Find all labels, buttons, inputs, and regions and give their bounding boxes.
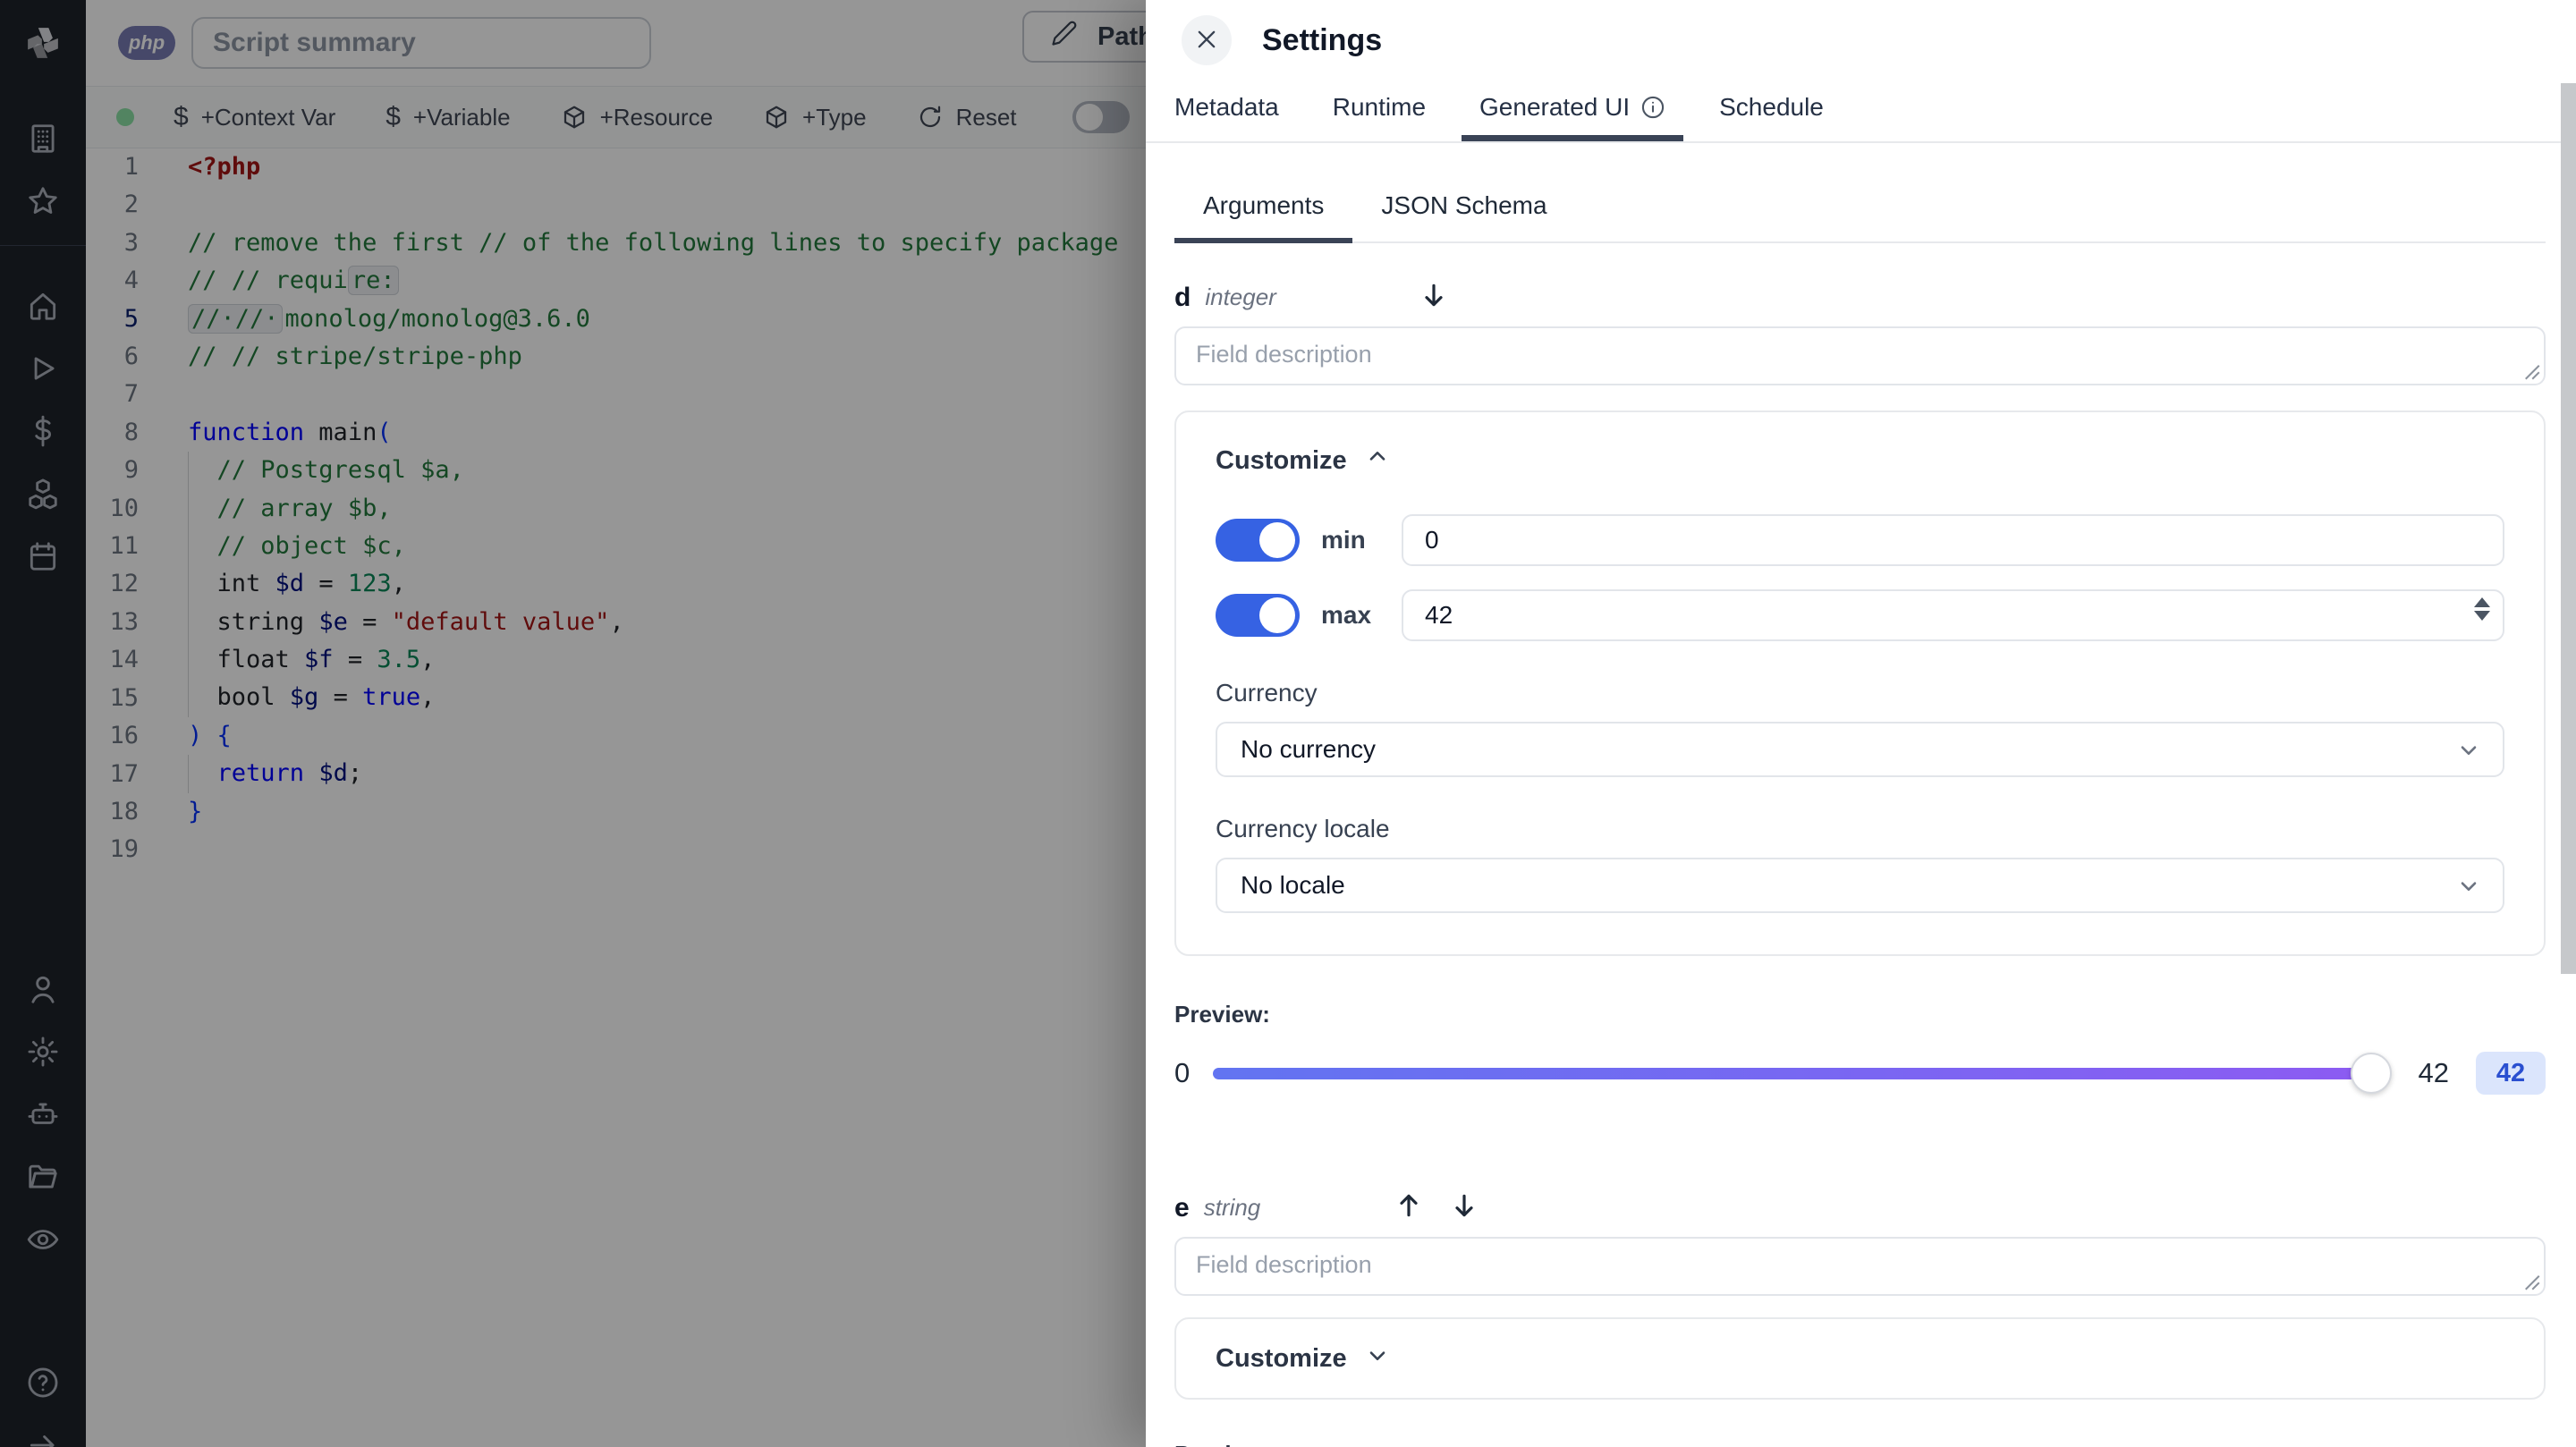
number-stepper-icon[interactable]	[2474, 597, 2490, 621]
field-d-name: d	[1174, 282, 1191, 312]
field-d-description-input[interactable]	[1174, 326, 2546, 385]
subtab-arguments[interactable]: Arguments	[1174, 191, 1353, 243]
app-window: php Path $+Context Var$+Variable+Resourc…	[0, 0, 2576, 1447]
max-toggle[interactable]	[1216, 594, 1300, 637]
settings-header: Settings	[1146, 0, 2576, 80]
tab-runtime[interactable]: Runtime	[1315, 79, 1444, 141]
max-row: max	[1216, 589, 2504, 641]
field-d-preview-slider-row: 0 42 42	[1174, 1048, 2546, 1098]
field-e-type: string	[1203, 1194, 1261, 1221]
max-value-input[interactable]	[1402, 589, 2504, 641]
settings-body: Arguments JSON Schema d integer Customize	[1146, 145, 2576, 1447]
chevron-down-icon	[2461, 746, 2477, 755]
info-icon	[1640, 95, 1665, 120]
field-e-description-input[interactable]	[1174, 1237, 2546, 1296]
min-toggle[interactable]	[1216, 519, 1300, 562]
resize-handle-icon[interactable]	[2522, 362, 2540, 380]
settings-title: Settings	[1262, 22, 1383, 57]
tab-label: Metadata	[1174, 92, 1279, 121]
chevron-down-icon	[1365, 1342, 1390, 1375]
currency-locale-value: No locale	[1241, 871, 1345, 899]
min-label: min	[1321, 526, 1366, 554]
field-e-name: e	[1174, 1192, 1190, 1223]
min-row: min	[1216, 514, 2504, 566]
currency-label: Currency	[1216, 679, 1318, 707]
close-icon	[1194, 27, 1219, 55]
currency-select[interactable]: No currency	[1216, 722, 2504, 777]
settings-drawer: Settings Metadata Runtime Generated UI Sche…	[1146, 0, 2576, 1447]
value-slider[interactable]	[1213, 1053, 2392, 1094]
customize-toggle[interactable]: Customize	[1216, 444, 2504, 477]
move-up-icon[interactable]	[1394, 1191, 1423, 1224]
tab-label: Runtime	[1332, 92, 1427, 121]
min-value-input[interactable]	[1402, 514, 2504, 566]
chevron-down-icon	[2461, 882, 2477, 891]
tab-generated-ui[interactable]: Generated UI	[1462, 79, 1684, 141]
tab-label: JSON Schema	[1381, 191, 1547, 219]
field-e-preview-label: Preview:	[1174, 1441, 2546, 1447]
resize-handle-icon[interactable]	[2522, 1273, 2540, 1290]
schema-subtabs: Arguments JSON Schema	[1174, 191, 2546, 243]
tab-label: Generated UI	[1479, 92, 1631, 121]
move-down-icon[interactable]	[1419, 281, 1448, 314]
field-e-customize-card: Customize	[1174, 1317, 2546, 1400]
field-d-type: integer	[1205, 283, 1276, 310]
currency-value: No currency	[1241, 735, 1376, 763]
subtab-json-schema[interactable]: JSON Schema	[1352, 191, 1575, 243]
slider-max-label: 42	[2418, 1057, 2449, 1088]
slider-value-badge: 42	[2476, 1052, 2546, 1095]
max-label: max	[1321, 601, 1372, 629]
chevron-up-icon	[1365, 444, 1390, 477]
customize-toggle[interactable]: Customize	[1216, 1342, 2504, 1375]
tab-label: Arguments	[1203, 191, 1325, 219]
field-d-preview-label: Preview:	[1174, 1001, 1270, 1028]
field-d-customize-card: Customize min max	[1174, 410, 2546, 956]
move-down-icon[interactable]	[1450, 1191, 1479, 1224]
close-button[interactable]	[1182, 15, 1232, 65]
tab-metadata[interactable]: Metadata	[1174, 79, 1297, 141]
currency-locale-select[interactable]: No locale	[1216, 858, 2504, 913]
panel-scrollbar[interactable]	[2561, 83, 2576, 974]
slider-min-label: 0	[1174, 1057, 1191, 1088]
settings-tabs: Metadata Runtime Generated UI Schedule	[1146, 80, 2576, 143]
currency-locale-label: Currency locale	[1216, 815, 1390, 842]
field-d-header: d integer	[1174, 281, 2546, 314]
customize-label: Customize	[1216, 1343, 1347, 1373]
slider-thumb[interactable]	[2350, 1053, 2392, 1094]
customize-label: Customize	[1216, 445, 1347, 475]
tab-schedule[interactable]: Schedule	[1701, 79, 1842, 141]
tab-label: Schedule	[1719, 92, 1824, 121]
field-e-header: e string	[1174, 1191, 2546, 1224]
